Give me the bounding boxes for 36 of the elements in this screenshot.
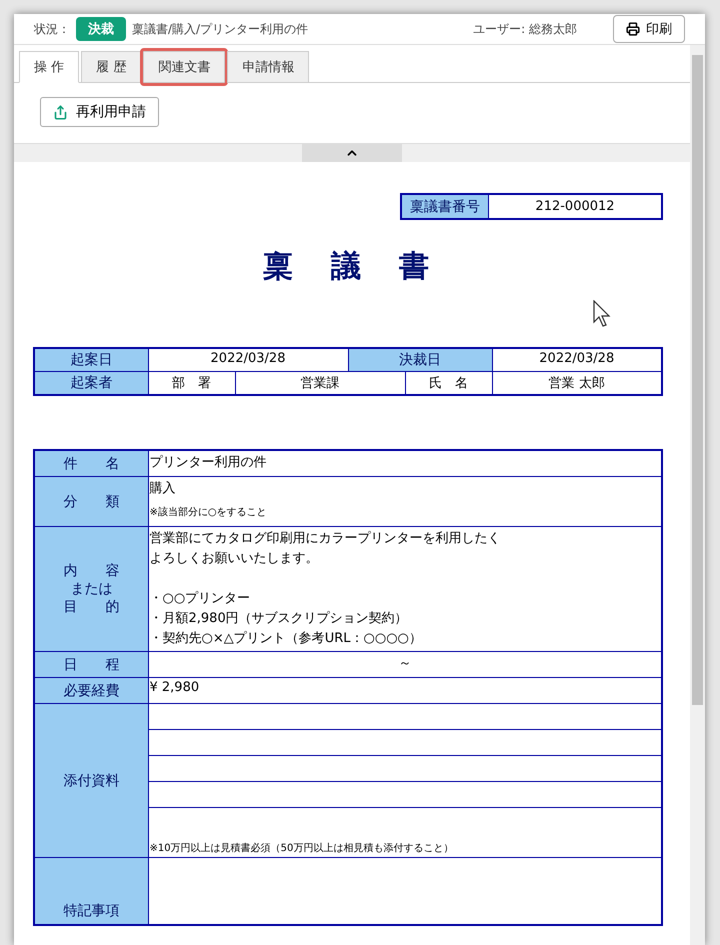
scrollbar[interactable] xyxy=(690,45,705,945)
row-label: 必要経費 xyxy=(34,678,148,704)
number-label: 稟議書番号 xyxy=(401,194,488,219)
row-label: 分 類 xyxy=(34,476,148,526)
content-line: ・契約先○×△プリント（参考URL：○○○○） xyxy=(150,630,423,648)
row-label: 添付資料 xyxy=(34,704,148,858)
reuse-button[interactable]: 再利用申請 xyxy=(40,97,159,127)
row-label: 件 名 xyxy=(34,450,148,476)
content-line: ・月額2,980円（サブスクリプション契約） xyxy=(150,610,409,628)
content-line: ・○○プリンター xyxy=(150,590,252,608)
row-label: 日 程 xyxy=(34,652,148,678)
cursor-icon xyxy=(593,300,613,328)
user-label: ユーザー: 総務太郎 xyxy=(473,20,577,38)
tab[interactable]: 操 作 xyxy=(19,51,80,83)
row-value: 購入 xyxy=(150,480,176,497)
row-label: 内 容 または 目 的 xyxy=(34,526,148,652)
approved-label: 決裁日 xyxy=(348,348,492,372)
print-button[interactable]: 印刷 xyxy=(613,15,685,43)
drafted-label: 起案日 xyxy=(34,348,148,372)
note-text: ※10万円以上は見積書必須（50万円以上は相見積も添付すること） xyxy=(150,842,454,855)
tab[interactable]: 関連文書 xyxy=(143,51,226,83)
share-icon xyxy=(53,104,68,120)
row-label: 特記事項 xyxy=(34,858,148,925)
status-badge: 決裁 xyxy=(76,17,126,41)
status-label: 状況： xyxy=(34,20,70,38)
content-line: よろしくお願いいたします。 xyxy=(150,550,320,568)
tab[interactable]: 申請情報 xyxy=(227,51,310,83)
printer-icon xyxy=(626,22,640,36)
drafted-date: 2022/03/28 xyxy=(148,348,348,372)
content-line: 営業部にてカタログ印刷用にカラープリンターを利用したく xyxy=(150,530,502,548)
drafter-label: 起案者 xyxy=(34,372,148,395)
tab[interactable]: 履 歴 xyxy=(81,51,142,83)
note-text: ※該当部分に○をすること xyxy=(150,506,268,519)
breadcrumb: 稟議書/購入/プリンター利用の件 xyxy=(132,20,308,38)
document-title: 稟 議 書 xyxy=(262,248,434,286)
collapse-button[interactable] xyxy=(302,144,402,162)
